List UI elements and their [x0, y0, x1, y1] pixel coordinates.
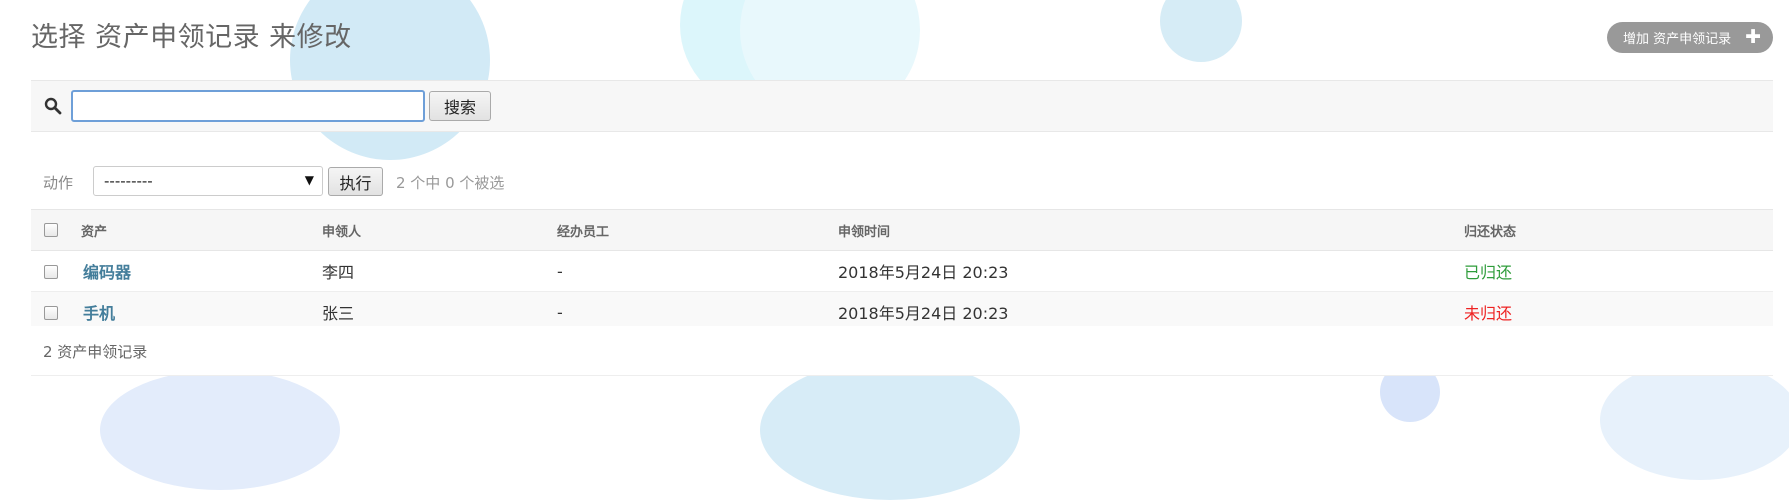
status-cell: 已归还 [1464, 250, 1773, 292]
table-row: 编码器 李四 - 2018年5月24日 20:23 已归还 [31, 250, 1773, 292]
results-table: 资产 申领人 经办员工 申领时间 归还状态 编码器 李四 - 2018年5月24… [31, 209, 1773, 333]
status-badge: 已归还 [1464, 263, 1513, 282]
chevron-down-icon: ▼ [304, 173, 314, 187]
asset-cell: 编码器 [81, 250, 322, 292]
row-select-cell [31, 250, 81, 292]
main-content: 选择 资产申领记录 来修改 增加 资产申领记录 ✚ 搜索 动作 --------… [0, 0, 1789, 403]
selection-count: 2 个中 0 个被选 [396, 174, 505, 192]
column-header-status[interactable]: 归还状态 [1464, 209, 1773, 251]
applicant-cell: 李四 [322, 250, 557, 292]
search-button[interactable]: 搜索 [429, 91, 491, 121]
action-select-value: --------- [104, 172, 153, 190]
result-count: 2 资产申领记录 [31, 326, 1773, 376]
table-header-row: 资产 申领人 经办员工 申领时间 归还状态 [31, 209, 1773, 251]
asset-link[interactable]: 手机 [83, 304, 115, 323]
status-badge: 未归还 [1464, 304, 1513, 323]
column-header-asset[interactable]: 资产 [81, 209, 322, 251]
search-input[interactable] [71, 90, 425, 122]
row-checkbox[interactable] [44, 306, 58, 320]
column-header-handler[interactable]: 经办员工 [557, 209, 838, 251]
time-cell: 2018年5月24日 20:23 [838, 250, 1464, 292]
page-title: 选择 资产申领记录 来修改 [31, 22, 352, 53]
handler-cell: - [557, 250, 838, 292]
column-header-time[interactable]: 申领时间 [838, 209, 1464, 251]
plus-icon: ✚ [1745, 26, 1761, 48]
add-record-button[interactable]: 增加 资产申领记录 ✚ [1607, 22, 1773, 53]
add-record-label: 增加 资产申领记录 [1623, 32, 1732, 47]
column-header-applicant[interactable]: 申领人 [322, 209, 557, 251]
select-all-checkbox[interactable] [44, 223, 58, 237]
run-action-button[interactable]: 执行 [328, 167, 383, 196]
action-label: 动作 [43, 174, 74, 192]
select-all-cell [31, 209, 81, 251]
asset-link[interactable]: 编码器 [83, 263, 131, 282]
search-toolbar: 搜索 [31, 80, 1773, 132]
row-checkbox[interactable] [44, 265, 58, 279]
action-select[interactable]: --------- ▼ [93, 166, 323, 196]
actions-bar: 动作 --------- ▼ 执行 2 个中 0 个被选 [31, 165, 831, 197]
search-icon [44, 97, 62, 115]
